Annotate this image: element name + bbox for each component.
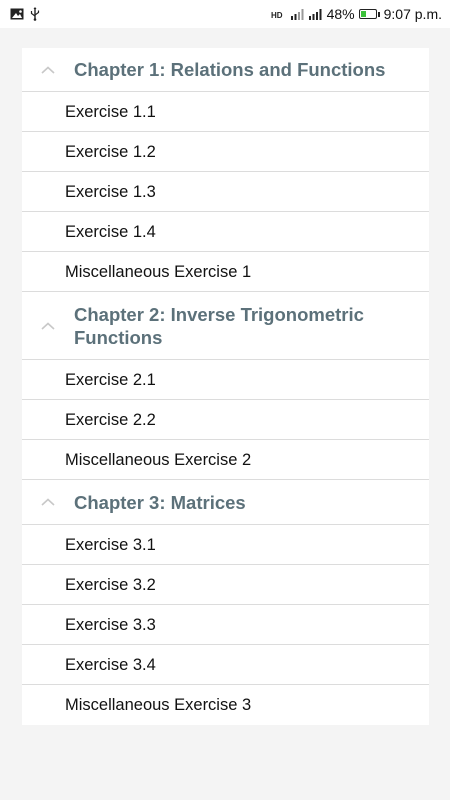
exercise-item[interactable]: Miscellaneous Exercise 3 — [22, 685, 429, 725]
exercise-item[interactable]: Exercise 3.1 — [22, 525, 429, 565]
exercise-item[interactable]: Exercise 2.1 — [22, 360, 429, 400]
exercise-item[interactable]: Exercise 1.4 — [22, 212, 429, 252]
exercise-item[interactable]: Exercise 3.3 — [22, 605, 429, 645]
status-bar: HD 48% 9:07 p.m. — [0, 0, 450, 28]
exercise-item[interactable]: Exercise 1.2 — [22, 132, 429, 172]
chapter-title: Chapter 2: Inverse Trigonometric Functio… — [74, 303, 364, 348]
exercise-item[interactable]: Miscellaneous Exercise 2 — [22, 440, 429, 480]
exercise-item[interactable]: Exercise 3.4 — [22, 645, 429, 685]
battery-percent: 48% — [326, 6, 355, 22]
chevron-up-icon — [22, 498, 74, 506]
chapter-header-2[interactable]: Chapter 2: Inverse Trigonometric Functio… — [22, 292, 429, 360]
chapter-title: Chapter 1: Relations and Functions — [74, 59, 386, 80]
chapter-title: Chapter 3: Matrices — [74, 491, 246, 513]
hd-icon: HD — [271, 8, 287, 20]
exercise-item[interactable]: Miscellaneous Exercise 1 — [22, 252, 429, 292]
clock: 9:07 p.m. — [383, 6, 442, 22]
exercise-item[interactable]: Exercise 1.3 — [22, 172, 429, 212]
battery-icon — [358, 9, 380, 19]
signal-icon-1 — [290, 8, 305, 20]
usb-icon — [30, 7, 40, 21]
chevron-up-icon — [22, 65, 74, 74]
exercise-item[interactable]: Exercise 2.2 — [22, 400, 429, 440]
chapter-header-1[interactable]: Chapter 1: Relations and Functions — [22, 48, 429, 92]
exercise-item[interactable]: Exercise 1.1 — [22, 92, 429, 132]
chapter-header-3[interactable]: Chapter 3: Matrices — [22, 480, 429, 525]
chevron-up-icon — [22, 321, 74, 330]
exercise-item[interactable]: Exercise 3.2 — [22, 565, 429, 605]
signal-icon-2 — [308, 8, 323, 20]
svg-text:HD: HD — [271, 11, 283, 20]
image-icon — [10, 8, 24, 20]
chapter-list: Chapter 1: Relations and Functions Exerc… — [22, 48, 429, 725]
